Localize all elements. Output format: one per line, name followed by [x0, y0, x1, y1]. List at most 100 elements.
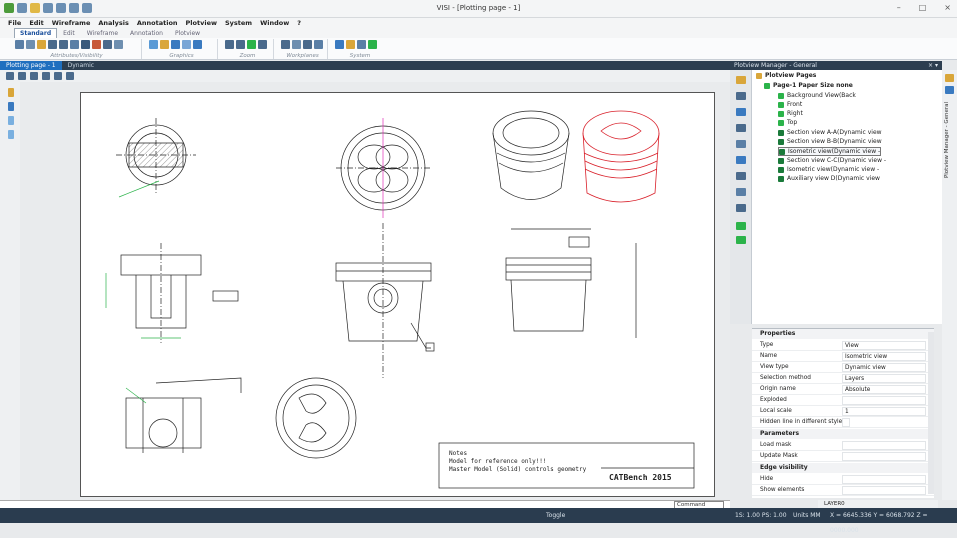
tree-item[interactable]: Section view C-C(Dynamic view - [778, 157, 886, 164]
tab-standard[interactable]: Standard [14, 28, 58, 38]
tree-item[interactable]: Auxiliary view D(Dynamic view [778, 175, 880, 182]
prop-value[interactable]: 1 [842, 407, 926, 416]
menu-system[interactable]: System [225, 18, 252, 28]
folder-icon[interactable] [736, 76, 746, 84]
tree-item[interactable]: Background View(Back [778, 92, 856, 99]
settings-icon[interactable] [335, 40, 344, 49]
load-mask-button[interactable] [842, 441, 926, 450]
menu-icon[interactable] [6, 72, 14, 80]
parameters-header[interactable]: Parameters [752, 429, 934, 439]
view-add-icon[interactable] [736, 92, 746, 100]
menu-wireframe[interactable]: Wireframe [52, 18, 91, 28]
prop-value[interactable]: Dynamic view [842, 363, 926, 372]
drawing-workspace[interactable]: Notes Model for reference only!!! Master… [20, 82, 730, 500]
filter-icon[interactable] [736, 188, 746, 196]
solid-icon[interactable] [8, 116, 14, 125]
menu-annotation[interactable]: Annotation [137, 18, 178, 28]
show-elements-button[interactable] [842, 486, 926, 495]
zoom-window-icon[interactable] [236, 40, 245, 49]
move-up-icon[interactable] [736, 222, 746, 230]
prop-value[interactable]: Layers [842, 374, 926, 383]
image-icon[interactable] [368, 40, 377, 49]
menu-window[interactable]: Window [260, 18, 289, 28]
maximize-button[interactable]: □ [919, 3, 927, 12]
delete-icon[interactable] [66, 72, 74, 80]
tree-item[interactable]: Isometric view(Dynamic view - [778, 166, 879, 173]
tree-item[interactable]: Top [778, 119, 797, 126]
tree-item[interactable]: Section view A-A(Dynamic view [778, 129, 882, 136]
view-section-icon[interactable] [736, 140, 746, 148]
prop-value[interactable]: Isometric view [842, 352, 926, 361]
page-icon[interactable] [18, 72, 26, 80]
workplane-list-icon[interactable] [314, 40, 323, 49]
tree-root[interactable]: Plotview Pages [756, 72, 816, 79]
section-icon[interactable] [42, 72, 50, 80]
zoom-icon[interactable] [258, 40, 267, 49]
filter-icon[interactable] [81, 40, 90, 49]
pan-icon[interactable] [247, 40, 256, 49]
view-icon[interactable] [30, 72, 38, 80]
menu-file[interactable]: File [8, 18, 21, 28]
tree-item[interactable]: Right [778, 110, 803, 117]
tree-item[interactable]: Front [778, 101, 802, 108]
minimize-button[interactable]: – [897, 3, 901, 12]
edges-icon[interactable] [193, 40, 202, 49]
workplane-new-icon[interactable] [292, 40, 301, 49]
tab-plotview[interactable]: Plotview [169, 28, 206, 38]
side-tab-plotview-manager[interactable]: Plotview Manager - General [944, 102, 950, 178]
properties-header[interactable]: Properties [752, 329, 934, 339]
print-icon[interactable] [736, 204, 746, 212]
wire-icon[interactable] [160, 40, 169, 49]
zoom-all-icon[interactable] [225, 40, 234, 49]
prop-value[interactable] [842, 396, 926, 405]
workplane-edit-icon[interactable] [303, 40, 312, 49]
tab-annotation[interactable]: Annotation [124, 28, 169, 38]
surface-icon[interactable] [8, 130, 14, 139]
hide-icon[interactable] [48, 40, 57, 49]
tree-page[interactable]: Page-1 Paper Size none [764, 82, 853, 89]
update-mask-button[interactable] [842, 452, 926, 461]
view-icon[interactable] [945, 86, 954, 94]
hidden-line-checkbox[interactable] [842, 418, 850, 427]
menu-help[interactable]: ? [297, 18, 301, 28]
menu-analysis[interactable]: Analysis [98, 18, 128, 28]
color-icon[interactable] [37, 40, 46, 49]
panel-close-icon[interactable]: × ▾ [928, 61, 938, 70]
edge-visibility-header[interactable]: Edge visibility [752, 463, 934, 473]
palette-icon[interactable] [346, 40, 355, 49]
tab-plotting-page[interactable]: Plotting page - 1 [0, 61, 62, 70]
close-button[interactable]: × [944, 3, 951, 12]
layer-icon[interactable] [26, 40, 35, 49]
menu-plotview[interactable]: Plotview [186, 18, 217, 28]
tab-wireframe[interactable]: Wireframe [81, 28, 124, 38]
layer-selector[interactable]: LAYER0 [818, 500, 938, 508]
prop-value[interactable]: View [842, 341, 926, 350]
blank-icon[interactable] [114, 40, 123, 49]
toggle-button[interactable]: Toggle [546, 508, 565, 523]
hidden-icon[interactable] [182, 40, 191, 49]
move-down-icon[interactable] [736, 236, 746, 244]
view-edit-icon[interactable] [736, 108, 746, 116]
config-icon[interactable] [357, 40, 366, 49]
attribute-icon[interactable] [15, 40, 24, 49]
swap-icon[interactable] [70, 40, 79, 49]
menu-edit[interactable]: Edit [29, 18, 43, 28]
shade-icon[interactable] [149, 40, 158, 49]
show-icon[interactable] [59, 40, 68, 49]
cylinder-icon[interactable] [8, 102, 14, 111]
prop-value[interactable]: Absolute [842, 385, 926, 394]
hide-button[interactable] [842, 475, 926, 484]
group-icon[interactable] [92, 40, 101, 49]
view-detail-icon[interactable] [736, 156, 746, 164]
tree-item-selected[interactable]: Isometric view(Dynamic view - [778, 147, 882, 156]
tab-dynamic[interactable]: Dynamic [62, 61, 100, 70]
layer-icon[interactable] [8, 88, 14, 97]
properties-scrollbar[interactable] [928, 332, 934, 494]
tree-item[interactable]: Section view B-B(Dynamic view [778, 138, 882, 145]
folder-icon[interactable] [945, 74, 954, 82]
move-icon[interactable] [54, 72, 62, 80]
view-copy-icon[interactable] [736, 124, 746, 132]
drawing-sheet[interactable]: Notes Model for reference only!!! Master… [30, 92, 715, 497]
workplane-icon[interactable] [281, 40, 290, 49]
select-icon[interactable] [103, 40, 112, 49]
